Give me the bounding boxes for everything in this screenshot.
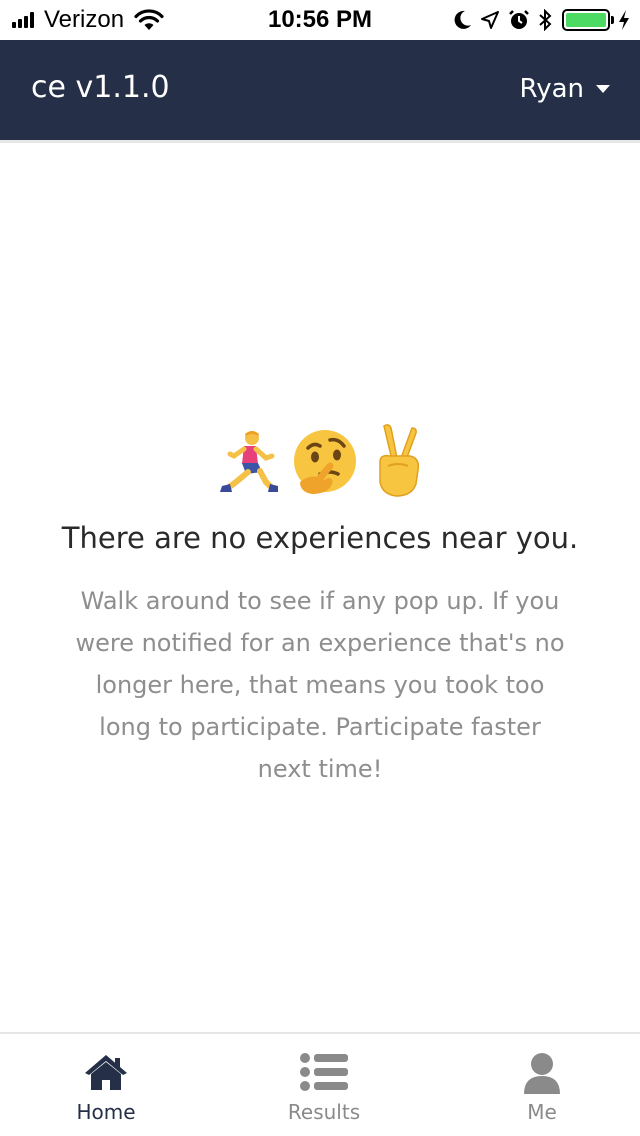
tab-results-label: Results [287, 1100, 361, 1124]
charging-bolt-icon [619, 10, 629, 30]
app-header: ce v1.1.0 Ryan [0, 40, 640, 140]
thinking-face-emoji [290, 428, 360, 502]
app-version-title: ce v1.1.0 [31, 70, 170, 105]
empty-state-headline: There are no experiences near you. [61, 521, 579, 555]
tab-home-label: Home [76, 1100, 136, 1124]
bottom-tab-bar: Home Results Me [0, 1032, 640, 1136]
bluetooth-icon [539, 9, 552, 31]
runner-emoji [216, 428, 280, 502]
empty-state-message: Walk around to see if any pop up. If you… [75, 587, 565, 783]
user-menu-dropdown[interactable]: Ryan [520, 74, 610, 104]
empty-state: There are no experiences near you. Walk … [60, 420, 580, 790]
victory-hand-emoji [370, 422, 424, 502]
user-name: Ryan [519, 74, 584, 104]
list-icon [300, 1053, 348, 1091]
tab-me[interactable]: Me [442, 1034, 640, 1136]
battery-level [566, 13, 606, 27]
user-icon [524, 1053, 560, 1094]
status-right [446, 7, 630, 33]
moon-icon [454, 10, 471, 29]
location-arrow-icon [481, 11, 499, 29]
caret-down-icon [596, 85, 610, 93]
status-bar: Verizon 10:56 PM [0, 0, 640, 40]
home-icon [85, 1055, 127, 1090]
alarm-icon [509, 10, 529, 29]
tab-home[interactable]: Home [6, 1034, 206, 1136]
header-divider [0, 140, 640, 143]
tab-results[interactable]: Results [224, 1034, 424, 1136]
tab-me-label: Me [527, 1100, 557, 1124]
battery-icon [562, 9, 614, 31]
emoji-row [60, 420, 580, 502]
